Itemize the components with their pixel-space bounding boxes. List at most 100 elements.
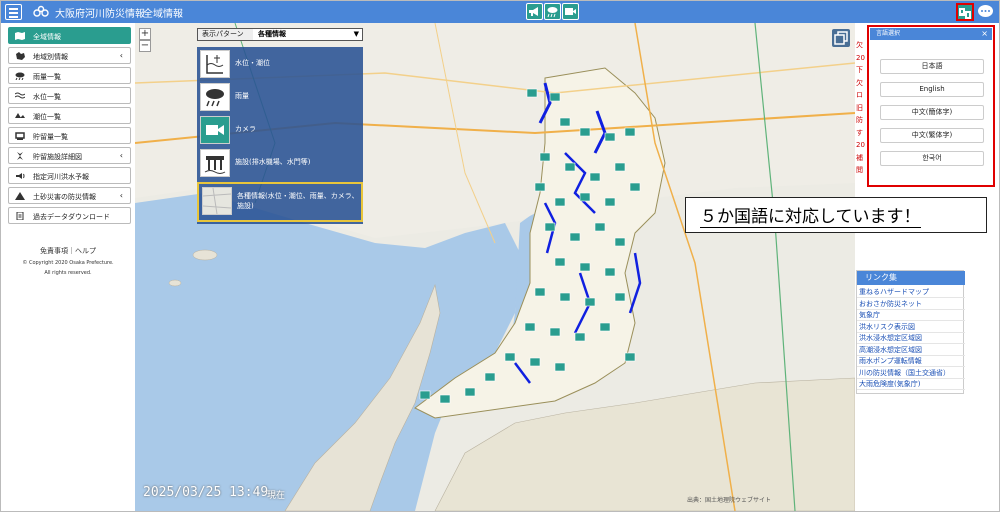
sidebar-item-past-data-download[interactable]: 過去データダウンロード xyxy=(8,207,131,224)
map-icon xyxy=(15,32,25,40)
layer-panel: 水位・潮位 雨量 カメラ 施設(排水機場、水門等) 各種情報(水位・潮位、雨量、… xyxy=(197,47,363,224)
warning-icon xyxy=(15,192,25,200)
zoom-out-button[interactable]: − xyxy=(139,40,151,52)
sidebar-item-regions[interactable]: 地域別情報 ‹ xyxy=(8,47,131,64)
link-item[interactable]: 気象庁 xyxy=(857,310,965,322)
language-option-chinese-simplified[interactable]: 中文(簡体字) xyxy=(880,105,984,120)
hamburger-menu-button[interactable] xyxy=(5,4,22,20)
water-level-icon xyxy=(15,92,25,99)
flood-forecast-icon xyxy=(16,173,25,179)
map-thumbnail-icon xyxy=(202,187,232,215)
timestamp-suffix: 現在 xyxy=(267,491,286,501)
notice-strip: 欠 20 下 欠 ロ 旧 防 す 20 補 閲 xyxy=(856,39,866,179)
map-attribution[interactable]: 出典：国土地理院ウェブサイト xyxy=(687,495,771,504)
sidebar-item-label: 水位一覧 xyxy=(33,93,61,101)
layer-rainfall[interactable]: 雨量 xyxy=(197,81,363,112)
display-pattern-label: 表示パターン xyxy=(198,29,253,40)
language-select-button[interactable] xyxy=(956,3,974,21)
storage-icon xyxy=(15,132,25,140)
sidebar-item-tide-list[interactable]: 潮位一覧 xyxy=(8,107,131,124)
layers-icon xyxy=(834,31,848,45)
link-item[interactable]: おおさか防災ネット xyxy=(857,299,965,310)
chevron-down-icon: ▼ xyxy=(353,30,359,38)
link-item[interactable]: 川の防災情報（国土交通省） xyxy=(857,368,965,379)
rights-text: All rights reserved. xyxy=(44,270,92,276)
language-icon xyxy=(959,8,971,19)
layer-all-info[interactable]: 各種情報(水位・潮位、雨量、カメラ、施設) xyxy=(197,182,363,222)
app-window: 大阪府河川防災情報 全域情報 全域情報 地域別情報 ‹ 雨量一覧 水位一覧 潮位… xyxy=(0,0,1000,512)
notice-char: 欠 xyxy=(856,78,863,87)
notice-char: 20 xyxy=(856,53,865,62)
chat-bubble-icon[interactable] xyxy=(977,4,994,20)
display-pattern-select[interactable]: 表示パターン 各種情報 ▼ xyxy=(197,28,363,41)
sidebar-item-rainfall-list[interactable]: 雨量一覧 xyxy=(8,67,131,84)
timestamp: 2025/03/25 13:49 xyxy=(143,485,269,500)
sidebar-item-storage-list[interactable]: 貯留量一覧 xyxy=(8,127,131,144)
zoom-in-button[interactable]: + xyxy=(139,28,151,40)
disclaimer-help-link[interactable]: 免責事項｜ヘルプ xyxy=(3,246,133,256)
sidebar-item-overview[interactable]: 全域情報 xyxy=(8,27,131,44)
regions-icon xyxy=(16,52,25,60)
menu-line-icon xyxy=(9,8,18,10)
language-panel-header: 言語選択 × xyxy=(870,28,992,40)
chevron-left-icon: ‹ xyxy=(119,151,123,160)
display-pattern-value: 各種情報 xyxy=(258,30,286,38)
notice-char: ロ xyxy=(856,91,863,99)
rain-cloud-icon xyxy=(200,83,230,111)
download-icon xyxy=(16,212,24,220)
prefecture-logo-icon xyxy=(33,5,49,17)
sidebar-item-label: 貯留施設詳細図 xyxy=(33,153,82,161)
rain-camera-button[interactable] xyxy=(544,3,561,20)
language-option-chinese-traditional[interactable]: 中文(繁体字) xyxy=(880,128,984,143)
layer-water-level[interactable]: 水位・潮位 xyxy=(197,48,363,79)
megaphone-icon xyxy=(529,7,538,16)
sidebar-item-label: 指定河川洪水予報 xyxy=(33,173,89,181)
layer-label: 各種情報(水位・潮位、雨量、カメラ、施設) xyxy=(237,192,359,210)
layer-toggle-button[interactable] xyxy=(832,29,850,47)
app-title: 大阪府河川防災情報 xyxy=(55,9,145,20)
sidebar-item-landslide-info[interactable]: 土砂災害の防災情報 ‹ xyxy=(8,187,131,204)
link-item[interactable]: 洪水浸水想定区域図 xyxy=(857,333,965,345)
sidebar-item-flood-forecast[interactable]: 指定河川洪水予報 xyxy=(8,167,131,184)
menu-line-icon xyxy=(9,16,18,18)
camera-button[interactable] xyxy=(562,3,579,20)
link-item[interactable]: 洪水リスク表示図 xyxy=(857,322,965,333)
notice-char: 防 xyxy=(856,116,863,124)
sidebar-item-label: 潮位一覧 xyxy=(33,113,61,121)
layer-camera[interactable]: カメラ xyxy=(197,114,363,145)
language-panel-title: 言語選択 xyxy=(876,30,901,37)
close-icon[interactable]: × xyxy=(981,28,988,40)
language-option-japanese[interactable]: 日本語 xyxy=(880,59,984,74)
alert-button[interactable] xyxy=(526,3,543,20)
notice-char: 閲 xyxy=(856,166,863,174)
rain-camera-icon xyxy=(547,7,558,18)
facility-icon xyxy=(17,152,23,160)
video-camera-icon xyxy=(200,116,230,144)
sidebar-item-storage-facility-map[interactable]: 貯留施設詳細図 ‹ xyxy=(8,147,131,164)
video-camera-icon xyxy=(565,8,576,15)
link-item[interactable]: 高潮浸水想定区域図 xyxy=(857,345,965,356)
callout-text: ５か国語に対応しています！ xyxy=(700,207,921,228)
link-item[interactable]: 重ねるハザードマップ xyxy=(857,287,965,299)
language-option-korean[interactable]: 한국어 xyxy=(880,151,984,166)
menu-line-icon xyxy=(9,12,18,14)
sidebar-item-label: 過去データダウンロード xyxy=(33,213,110,221)
layer-facility[interactable]: 施設(排水機場、水門等) xyxy=(197,147,363,178)
chevron-left-icon: ‹ xyxy=(119,191,123,200)
page-title: 全域情報 xyxy=(143,9,183,20)
sidebar-item-label: 土砂災害の防災情報 xyxy=(33,193,96,201)
layer-label: 水位・潮位 xyxy=(235,59,270,67)
map-canvas[interactable]: + − 表示パターン 各種情報 ▼ 水位・潮位 雨量 カメラ 施設(排水機場、水… xyxy=(135,23,855,511)
sidebar-item-label: 貯留量一覧 xyxy=(33,133,68,141)
sidebar-item-water-level-list[interactable]: 水位一覧 xyxy=(8,87,131,104)
notice-char: 補 xyxy=(856,153,863,162)
notice-char: 旧 xyxy=(856,103,863,112)
language-option-english[interactable]: English xyxy=(880,82,984,97)
water-gauge-icon xyxy=(200,50,230,78)
top-bar: 大阪府河川防災情報 全域情報 xyxy=(1,1,999,23)
tide-icon xyxy=(15,113,25,118)
link-item[interactable]: 雨水ポンプ運転情報 xyxy=(857,356,965,368)
link-item[interactable]: 大雨危険度(気象庁) xyxy=(857,379,965,391)
notice-char: 下 xyxy=(856,66,863,74)
rain-cloud-icon xyxy=(15,72,25,80)
